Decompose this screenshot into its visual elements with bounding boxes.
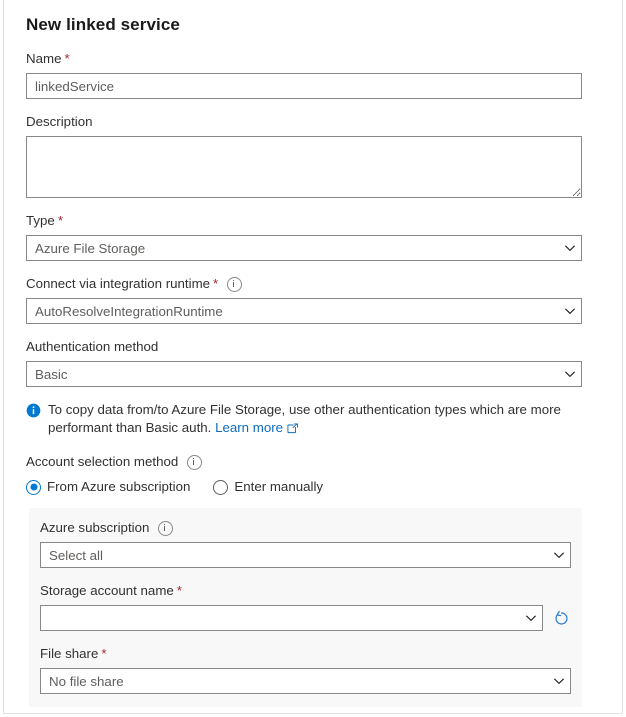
type-required-asterisk: * <box>58 212 63 230</box>
azure-subscription-label-text: Azure subscription <box>40 519 149 537</box>
field-type: Type * Azure File Storage <box>26 212 582 261</box>
azure-subscription-label: Azure subscription <box>40 519 571 537</box>
field-description: Description <box>26 113 582 198</box>
name-label-text: Name <box>26 50 61 68</box>
account-selection-method-label: Account selection method <box>26 453 582 471</box>
file-share-label-text: File share <box>40 645 98 663</box>
integration-runtime-dropdown[interactable]: AutoResolveIntegrationRuntime <box>26 298 582 324</box>
description-textarea[interactable] <box>26 136 582 198</box>
authentication-method-dropdown-value: Basic <box>27 367 559 382</box>
info-icon[interactable] <box>227 277 242 292</box>
account-selection-method-label-text: Account selection method <box>26 453 178 471</box>
integration-runtime-dropdown-value: AutoResolveIntegrationRuntime <box>27 304 559 319</box>
field-integration-runtime: Connect via integration runtime * AutoRe… <box>26 275 582 324</box>
refresh-icon[interactable] <box>552 609 571 628</box>
field-file-share: File share * No file share <box>40 645 571 694</box>
file-share-dropdown-value: No file share <box>41 674 548 689</box>
storage-account-name-required-asterisk: * <box>177 582 182 600</box>
type-label-text: Type <box>26 212 55 230</box>
info-message-text: To copy data from/to Azure File Storage,… <box>48 401 582 439</box>
name-input[interactable] <box>26 73 582 99</box>
chevron-down-icon <box>520 606 542 630</box>
chevron-down-icon <box>548 543 570 567</box>
description-label-text: Description <box>26 113 93 131</box>
authentication-method-dropdown[interactable]: Basic <box>26 361 582 387</box>
chevron-down-icon <box>548 669 570 693</box>
field-azure-subscription: Azure subscription Select all <box>40 519 571 568</box>
radio-option-from-azure-subscription[interactable]: From Azure subscription <box>26 478 190 496</box>
authentication-method-label: Authentication method <box>26 338 582 356</box>
learn-more-link[interactable]: Learn more <box>215 420 283 435</box>
name-required-asterisk: * <box>64 50 69 68</box>
file-share-required-asterisk: * <box>101 645 106 663</box>
description-label: Description <box>26 113 582 131</box>
info-message-bar: To copy data from/to Azure File Storage,… <box>26 401 582 439</box>
storage-account-name-dropdown[interactable] <box>40 605 543 631</box>
type-dropdown[interactable]: Azure File Storage <box>26 235 582 261</box>
authentication-method-label-text: Authentication method <box>26 338 158 356</box>
info-filled-icon <box>26 403 41 418</box>
field-authentication-method: Authentication method Basic <box>26 338 582 387</box>
radio-option-label: Enter manually <box>234 478 323 496</box>
external-link-icon[interactable] <box>287 421 298 439</box>
field-account-selection-method: Account selection method From Azure subs… <box>26 453 582 496</box>
radio-option-enter-manually[interactable]: Enter manually <box>213 478 323 496</box>
page-title: New linked service <box>26 0 582 36</box>
file-share-dropdown[interactable]: No file share <box>40 668 571 694</box>
info-icon[interactable] <box>158 521 173 536</box>
info-message-body: To copy data from/to Azure File Storage,… <box>48 402 561 435</box>
storage-account-name-row <box>40 605 571 631</box>
info-icon[interactable] <box>187 455 202 470</box>
integration-runtime-label: Connect via integration runtime * <box>26 275 582 293</box>
name-label: Name * <box>26 50 582 68</box>
storage-account-name-label-text: Storage account name <box>40 582 174 600</box>
chevron-down-icon <box>559 362 581 386</box>
account-selection-radio-group: From Azure subscription Enter manually <box>26 478 582 496</box>
field-storage-account-name: Storage account name * <box>40 582 571 631</box>
field-name: Name * <box>26 50 582 99</box>
radio-button[interactable] <box>26 480 41 495</box>
chevron-down-icon <box>559 236 581 260</box>
radio-option-label: From Azure subscription <box>47 478 190 496</box>
chevron-down-icon <box>559 299 581 323</box>
azure-subscription-panel: Azure subscription Select all Storage ac… <box>29 508 582 707</box>
radio-button[interactable] <box>213 480 228 495</box>
integration-runtime-required-asterisk: * <box>213 275 218 293</box>
new-linked-service-panel: New linked service Name * Description Ty… <box>3 0 623 714</box>
azure-subscription-dropdown[interactable]: Select all <box>40 542 571 568</box>
type-label: Type * <box>26 212 582 230</box>
azure-subscription-dropdown-value: Select all <box>41 548 548 563</box>
file-share-label: File share * <box>40 645 571 663</box>
storage-account-name-label: Storage account name * <box>40 582 571 600</box>
type-dropdown-value: Azure File Storage <box>27 241 559 256</box>
integration-runtime-label-text: Connect via integration runtime <box>26 275 210 293</box>
